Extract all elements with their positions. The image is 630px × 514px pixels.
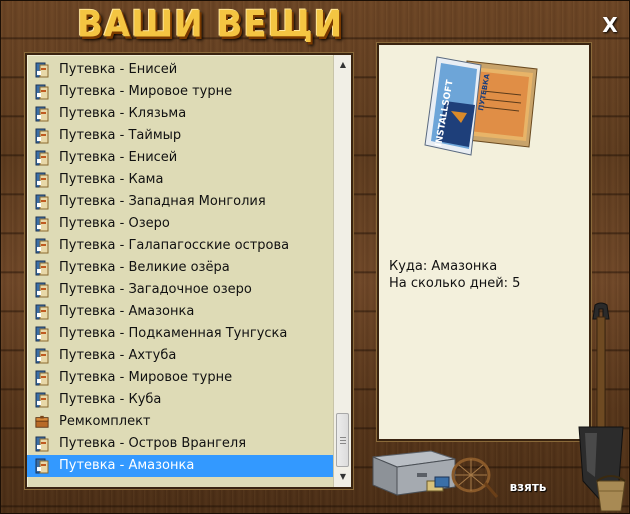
detail-destination: Куда: Амазонка [389, 259, 498, 274]
list-item-label: Путевка - Западная Монголия [59, 194, 266, 209]
list-item-label: Путевка - Мировое турне [59, 370, 233, 385]
close-button[interactable]: X [599, 13, 621, 37]
window-title: ВАШИ ВЕЩИ [77, 3, 344, 47]
voucher-brochure-image: INSTALLSOFT ПУТЕВКА [424, 56, 538, 156]
bucket-icon [596, 475, 626, 512]
list-scrollbar[interactable]: ▲ ▼ [333, 55, 351, 487]
list-item-label: Путевка - Куба [59, 392, 162, 407]
list-item-label: Путевка - Загадочное озеро [59, 282, 252, 297]
take-button[interactable]: взять [501, 477, 555, 497]
list-item-label: Путевка - Озеро [59, 216, 170, 231]
list-item[interactable]: Путевка - Куба [27, 389, 333, 411]
list-item-label: Путевка - Галапагосские острова [59, 238, 290, 253]
list-item[interactable]: Путевка - Амазонка [27, 455, 333, 477]
list-item[interactable]: Путевка - Мировое турне [27, 81, 333, 103]
list-item-label: Путевка - Таймыр [59, 128, 182, 143]
landing-net-icon [451, 457, 499, 498]
list-item[interactable]: Путевка - Ахтуба [27, 345, 333, 367]
item-detail-panel: INSTALLSOFT ПУТЕВКА Куда: Амазонка На ск… [377, 43, 591, 441]
list-item[interactable]: Путевка - Остров Врангеля [27, 433, 333, 455]
list-item-label: Путевка - Кама [59, 172, 164, 187]
list-item-label: Путевка - Амазонка [59, 458, 195, 473]
list-item-label: Путевка - Мировое турне [59, 84, 233, 99]
inventory-window: ВАШИ ВЕЩИ X Путевка - Енисей Путевка - Ми… [0, 0, 630, 514]
list-item[interactable]: Путевка - Мировое турне [27, 367, 333, 389]
tackle-box-icon [372, 450, 456, 496]
list-item-label: Путевка - Енисей [59, 62, 178, 77]
list-item[interactable]: Путевка - Западная Монголия [27, 191, 333, 213]
list-item[interactable]: Путевка - Енисей [27, 147, 333, 169]
list-item-label: Путевка - Остров Врангеля [59, 436, 247, 451]
scroll-down-arrow-icon[interactable]: ▼ [335, 469, 351, 485]
items-list[interactable]: Путевка - Енисей Путевка - Мировое турне П… [27, 59, 333, 477]
list-item-label: Путевка - Енисей [59, 150, 178, 165]
list-item[interactable]: Путевка - Подкаменная Тунгуска [27, 323, 333, 345]
list-item[interactable]: Путевка - Великие озёра [27, 257, 333, 279]
list-item[interactable]: Путевка - Озеро [27, 213, 333, 235]
list-item[interactable]: Путевка - Загадочное озеро [27, 279, 333, 301]
list-item[interactable]: Путевка - Таймыр [27, 125, 333, 147]
scroll-up-arrow-icon[interactable]: ▲ [335, 57, 351, 73]
list-item-label: Путевка - Подкаменная Тунгуска [59, 326, 288, 341]
list-item-label: Ремкомплект [59, 414, 151, 429]
list-item-label: Путевка - Ахтуба [59, 348, 177, 363]
list-item[interactable]: Путевка - Клязьма [27, 103, 333, 125]
list-item[interactable]: Путевка - Галапагосские острова [27, 235, 333, 257]
detail-days: На сколько дней: 5 [389, 276, 521, 291]
list-item-label: Путевка - Клязьма [59, 106, 187, 121]
list-item[interactable]: Путевка - Кама [27, 169, 333, 191]
list-item[interactable]: Путевка - Амазонка [27, 301, 333, 323]
scrollbar-thumb[interactable] [336, 413, 349, 467]
list-item-label: Путевка - Великие озёра [59, 260, 230, 275]
list-item[interactable]: Ремкомплект [27, 411, 333, 433]
list-item-label: Путевка - Амазонка [59, 304, 195, 319]
items-list-panel: Путевка - Енисей Путевка - Мировое турне П… [25, 53, 353, 489]
list-item[interactable]: Путевка - Енисей [27, 59, 333, 81]
